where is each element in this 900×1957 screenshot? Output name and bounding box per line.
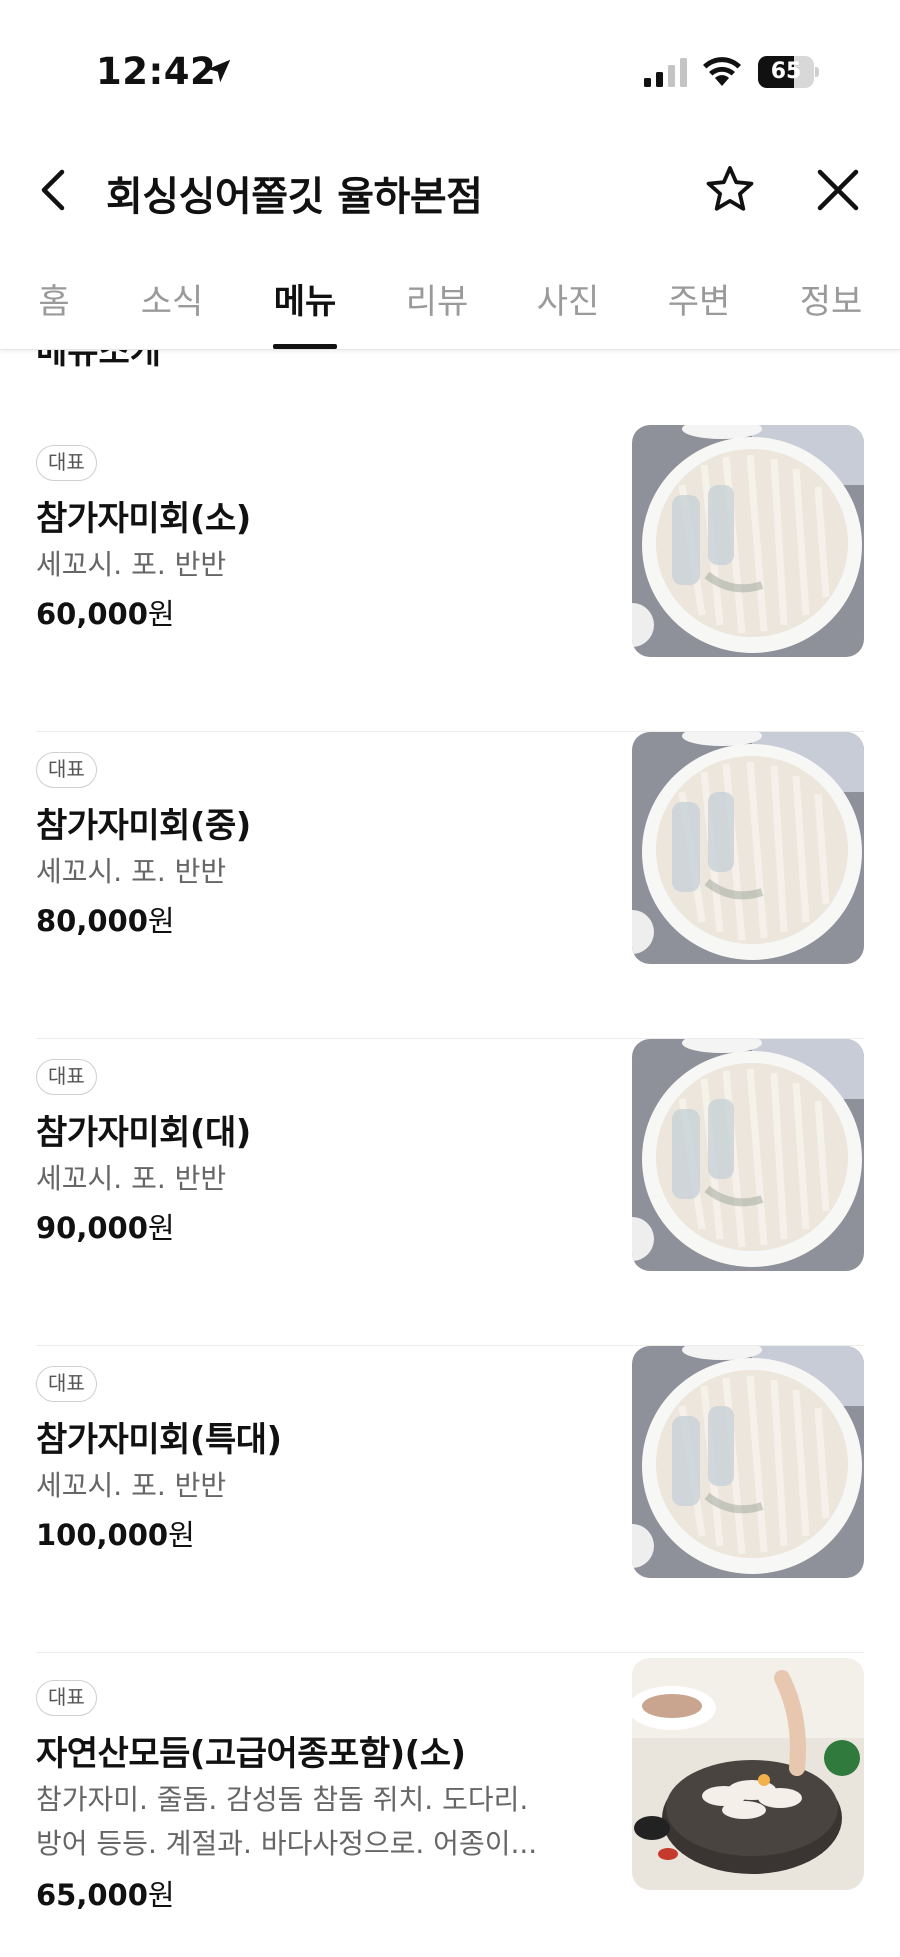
menu-item-price: 90,000원	[36, 1211, 175, 1245]
menu-item-description: 세꼬시. 포. 반반	[36, 548, 227, 581]
back-arrow-icon[interactable]	[28, 162, 84, 218]
menu-item-name: 자연산모듬(고급어종포함)(소)	[36, 1734, 466, 1774]
status-time: 12:42	[96, 50, 217, 93]
tab-photos[interactable]: 사진	[537, 274, 600, 323]
menu-item[interactable]: 대표 참가자미회(중) 세꼬시. 포. 반반 80,000원	[36, 732, 864, 1039]
menu-item[interactable]: 대표 참가자미회(대) 세꼬시. 포. 반반 90,000원	[36, 1039, 864, 1346]
place-header: 회싱싱어쫄깃 율하본점	[0, 140, 900, 240]
location-arrow-icon	[207, 59, 231, 83]
item-divider	[36, 1652, 864, 1653]
menu-item[interactable]: 대표 자연산모듬(고급어종포함)(소) 참가자미. 줄돔. 감성돔 참돔 쥐치.…	[36, 1658, 864, 1957]
signature-badge: 대표	[36, 1680, 97, 1716]
menu-item-name: 참가자미회(특대)	[36, 1420, 282, 1460]
signature-badge: 대표	[36, 752, 97, 788]
wifi-icon	[703, 57, 741, 86]
menu-item-description: 참가자미. 줄돔. 감성돔 참돔 쥐치. 도다리. 방어 등등. 계절과. 바다…	[36, 1783, 538, 1860]
assorted-sashimi-platter-image	[632, 1658, 864, 1890]
menu-item-name: 참가자미회(중)	[36, 806, 251, 846]
place-title: 회싱싱어쫄깃 율하본점	[106, 174, 483, 220]
menu-item-price: 100,000원	[36, 1518, 195, 1552]
flounder-sashimi-plate-image	[632, 1346, 864, 1578]
menu-section: 메뉴소개 대표 참가자미회(소) 세꼬시. 포. 반반 60,000원 대표 참…	[0, 340, 900, 1957]
cellular-signal-icon	[644, 58, 687, 87]
tab-bar: 홈 소식 메뉴 리뷰 사진 주변 정보	[0, 268, 900, 350]
battery-level: 65	[770, 59, 802, 84]
active-tab-indicator	[273, 344, 337, 349]
menu-item-description: 세꼬시. 포. 반반	[36, 855, 227, 888]
tab-nearby[interactable]: 주변	[668, 274, 731, 323]
battery-indicator: 65	[758, 56, 820, 88]
flounder-sashimi-plate-image	[632, 1039, 864, 1271]
menu-item[interactable]: 대표 참가자미회(소) 세꼬시. 포. 반반 60,000원	[36, 425, 864, 732]
favorite-star-icon[interactable]	[700, 160, 760, 220]
menu-item-description: 세꼬시. 포. 반반	[36, 1162, 227, 1195]
menu-item-price: 65,000원	[36, 1878, 175, 1912]
menu-item-name: 참가자미회(소)	[36, 499, 251, 539]
flounder-sashimi-plate-image	[632, 425, 864, 657]
tab-reviews[interactable]: 리뷰	[406, 274, 469, 323]
tab-home[interactable]: 홈	[38, 274, 69, 323]
signature-badge: 대표	[36, 1059, 97, 1095]
menu-item-description: 세꼬시. 포. 반반	[36, 1469, 227, 1502]
menu-item-name: 참가자미회(대)	[36, 1113, 251, 1153]
flounder-sashimi-plate-image	[632, 732, 864, 964]
tab-news[interactable]: 소식	[141, 274, 204, 323]
menu-item-price: 60,000원	[36, 597, 175, 631]
close-icon[interactable]	[808, 160, 868, 220]
status-bar: 12:42 65	[0, 0, 900, 120]
signature-badge: 대표	[36, 1366, 97, 1402]
menu-item[interactable]: 대표 참가자미회(특대) 세꼬시. 포. 반반 100,000원	[36, 1346, 864, 1653]
signature-badge: 대표	[36, 445, 97, 481]
tab-info[interactable]: 정보	[800, 274, 863, 323]
menu-item-price: 80,000원	[36, 904, 175, 938]
tab-menu[interactable]: 메뉴	[274, 274, 337, 323]
